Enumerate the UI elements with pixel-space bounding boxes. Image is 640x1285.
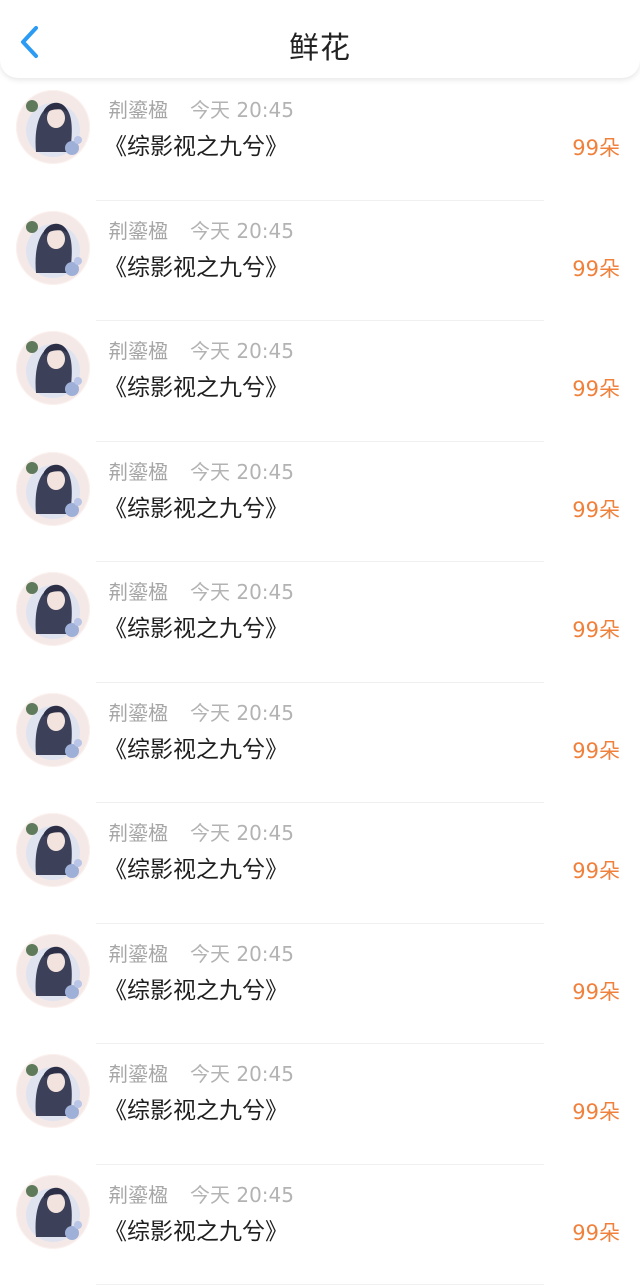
avatar-illustration xyxy=(16,934,90,1008)
flower-count: 99朵 xyxy=(572,855,620,885)
timestamp: 今天 20:45 xyxy=(190,456,294,485)
timestamp: 今天 20:45 xyxy=(190,1179,294,1208)
list-item[interactable]: 㓫鎏楹 今天 20:45 《综影视之九兮》 99朵 xyxy=(0,1165,640,1285)
avatar[interactable] xyxy=(16,1175,90,1249)
list-item[interactable]: 㓫鎏楹 今天 20:45 《综影视之九兮》 99朵 xyxy=(0,321,640,442)
user-name: 㓫鎏楹 xyxy=(108,938,168,967)
avatar[interactable] xyxy=(16,211,90,285)
user-name: 㓫鎏楹 xyxy=(108,456,168,485)
avatar-illustration xyxy=(16,90,90,164)
avatar[interactable] xyxy=(16,1054,90,1128)
avatar[interactable] xyxy=(16,90,90,164)
flower-count: 99朵 xyxy=(572,1096,620,1126)
flower-count: 99朵 xyxy=(572,253,620,283)
book-title[interactable]: 《综影视之九兮》 xyxy=(104,1212,288,1246)
book-title[interactable]: 《综影视之九兮》 xyxy=(104,368,288,402)
user-name: 㓫鎏楹 xyxy=(108,215,168,244)
timestamp: 今天 20:45 xyxy=(190,335,294,364)
nav-bar: 鲜花 xyxy=(0,0,640,78)
timestamp: 今天 20:45 xyxy=(190,1058,294,1087)
avatar[interactable] xyxy=(16,452,90,526)
avatar-illustration xyxy=(16,331,90,405)
avatar-illustration xyxy=(16,813,90,887)
avatar-illustration xyxy=(16,693,90,767)
avatar-illustration xyxy=(16,452,90,526)
book-title[interactable]: 《综影视之九兮》 xyxy=(104,1091,288,1125)
page-title: 鲜花 xyxy=(0,23,640,67)
flower-count: 99朵 xyxy=(572,132,620,162)
avatar[interactable] xyxy=(16,331,90,405)
list-item[interactable]: 㓫鎏楹 今天 20:45 《综影视之九兮》 99朵 xyxy=(0,1044,640,1165)
flower-count: 99朵 xyxy=(572,735,620,765)
timestamp: 今天 20:45 xyxy=(190,817,294,846)
list-item[interactable]: 㓫鎏楹 今天 20:45 《综影视之九兮》 99朵 xyxy=(0,924,640,1045)
avatar[interactable] xyxy=(16,693,90,767)
timestamp: 今天 20:45 xyxy=(190,215,294,244)
flower-count: 99朵 xyxy=(572,373,620,403)
list-item[interactable]: 㓫鎏楹 今天 20:45 《综影视之九兮》 99朵 xyxy=(0,442,640,563)
user-name: 㓫鎏楹 xyxy=(108,335,168,364)
book-title[interactable]: 《综影视之九兮》 xyxy=(104,248,288,282)
book-title[interactable]: 《综影视之九兮》 xyxy=(104,850,288,884)
timestamp: 今天 20:45 xyxy=(190,576,294,605)
avatar-illustration xyxy=(16,1054,90,1128)
timestamp: 今天 20:45 xyxy=(190,697,294,726)
list-item[interactable]: 㓫鎏楹 今天 20:45 《综影视之九兮》 99朵 xyxy=(0,562,640,683)
timestamp: 今天 20:45 xyxy=(190,94,294,123)
avatar-illustration xyxy=(16,211,90,285)
list-item[interactable]: 㓫鎏楹 今天 20:45 《综影视之九兮》 99朵 xyxy=(0,201,640,322)
user-name: 㓫鎏楹 xyxy=(108,697,168,726)
user-name: 㓫鎏楹 xyxy=(108,1058,168,1087)
book-title[interactable]: 《综影视之九兮》 xyxy=(104,127,288,161)
list-item[interactable]: 㓫鎏楹 今天 20:45 《综影视之九兮》 99朵 xyxy=(0,80,640,201)
flower-count: 99朵 xyxy=(572,1217,620,1247)
user-name: 㓫鎏楹 xyxy=(108,1179,168,1208)
flower-count: 99朵 xyxy=(572,976,620,1006)
list-item[interactable]: 㓫鎏楹 今天 20:45 《综影视之九兮》 99朵 xyxy=(0,683,640,804)
flower-record-list: 㓫鎏楹 今天 20:45 《综影视之九兮》 99朵 㓫鎏楹 今天 20:45 《… xyxy=(0,80,640,1285)
list-item[interactable]: 㓫鎏楹 今天 20:45 《综影视之九兮》 99朵 xyxy=(0,803,640,924)
avatar-illustration xyxy=(16,1175,90,1249)
flower-count: 99朵 xyxy=(572,614,620,644)
avatar[interactable] xyxy=(16,572,90,646)
user-name: 㓫鎏楹 xyxy=(108,576,168,605)
timestamp: 今天 20:45 xyxy=(190,938,294,967)
avatar[interactable] xyxy=(16,813,90,887)
avatar[interactable] xyxy=(16,934,90,1008)
book-title[interactable]: 《综影视之九兮》 xyxy=(104,971,288,1005)
flower-count: 99朵 xyxy=(572,494,620,524)
book-title[interactable]: 《综影视之九兮》 xyxy=(104,609,288,643)
avatar-illustration xyxy=(16,572,90,646)
user-name: 㓫鎏楹 xyxy=(108,817,168,846)
user-name: 㓫鎏楹 xyxy=(108,94,168,123)
book-title[interactable]: 《综影视之九兮》 xyxy=(104,489,288,523)
book-title[interactable]: 《综影视之九兮》 xyxy=(104,730,288,764)
